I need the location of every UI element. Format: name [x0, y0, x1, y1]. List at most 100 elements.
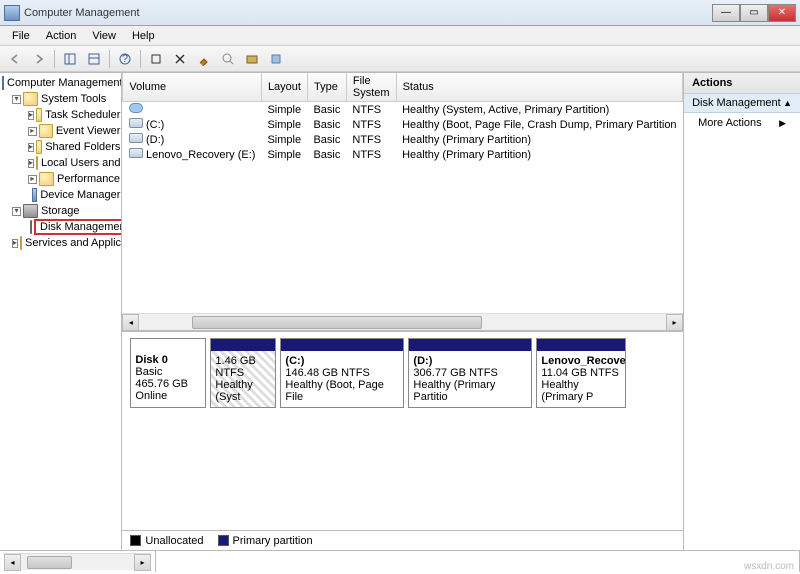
tree-system-tools[interactable]: ▾System Tools	[0, 91, 121, 107]
tree-performance[interactable]: ▸Performance	[0, 171, 121, 187]
folder-icon	[23, 92, 38, 106]
tree-task-scheduler[interactable]: ▸Task Scheduler	[0, 107, 121, 123]
tree-shared-folders[interactable]: ▸Shared Folders	[0, 139, 121, 155]
view-button[interactable]	[83, 48, 105, 70]
disk0-info[interactable]: Disk 0 Basic 465.76 GB Online	[130, 338, 206, 408]
watermark: wsxdn.com	[744, 561, 794, 572]
menu-action[interactable]: Action	[38, 28, 85, 44]
legend: Unallocated Primary partition	[122, 530, 683, 550]
expand-icon[interactable]: ▸	[28, 143, 34, 152]
disk-graphic-area: Disk 0 Basic 465.76 GB Online 1.46 GB NT…	[122, 330, 683, 530]
legend-swatch-unallocated	[130, 535, 141, 546]
partition-header	[281, 339, 403, 351]
collapse-icon[interactable]: ▾	[12, 207, 21, 216]
expand-icon[interactable]: ▸	[28, 175, 37, 184]
legend-swatch-primary	[218, 535, 229, 546]
actions-more[interactable]: More Actions▶	[684, 113, 800, 133]
menu-help[interactable]: Help	[124, 28, 163, 44]
app-icon	[4, 5, 20, 21]
close-button[interactable]: ✕	[768, 4, 796, 22]
event-icon	[39, 124, 53, 138]
tree-storage[interactable]: ▾Storage	[0, 203, 121, 219]
scroll-left-button[interactable]: ◂	[4, 554, 21, 571]
collapse-icon[interactable]: ▾	[12, 95, 21, 104]
toolbar: ?	[0, 46, 800, 72]
toolbar-separator	[54, 50, 55, 68]
partition-recovery[interactable]: Lenovo_Recovery11.04 GB NTFSHealthy (Pri…	[536, 338, 626, 408]
table-row[interactable]: SimpleBasicNTFSHealthy (System, Active, …	[123, 102, 683, 118]
help-button[interactable]: ?	[114, 48, 136, 70]
services-icon	[20, 236, 22, 250]
col-status[interactable]: Status	[396, 73, 683, 102]
menu-view[interactable]: View	[84, 28, 124, 44]
svg-text:?: ?	[122, 53, 128, 65]
disk-mgmt-icon	[30, 220, 32, 234]
refresh-button[interactable]	[145, 48, 167, 70]
col-type[interactable]: Type	[307, 73, 346, 102]
partition-c[interactable]: (C:)146.48 GB NTFSHealthy (Boot, Page Fi…	[280, 338, 404, 408]
menu-file[interactable]: File	[4, 28, 38, 44]
tree-local-users[interactable]: ▸Local Users and Groups	[0, 155, 121, 171]
actions-pane: Actions Disk Management▲ More Actions▶	[684, 73, 800, 550]
scroll-thumb[interactable]	[192, 316, 482, 329]
window-title: Computer Management	[24, 7, 712, 19]
toolbar-separator	[109, 50, 110, 68]
device-icon	[32, 188, 37, 202]
scheduler-icon	[36, 108, 42, 122]
forward-button[interactable]	[28, 48, 50, 70]
properties-button[interactable]	[193, 48, 215, 70]
navigation-tree[interactable]: Computer Management (Local ▾System Tools…	[0, 73, 122, 550]
window-titlebar: Computer Management — ▭ ✕	[0, 0, 800, 26]
col-layout[interactable]: Layout	[261, 73, 307, 102]
action-button[interactable]	[265, 48, 287, 70]
col-filesystem[interactable]: File System	[346, 73, 396, 102]
drive-icon	[129, 148, 143, 158]
storage-icon	[23, 204, 38, 218]
scroll-left-button[interactable]: ◂	[122, 314, 139, 331]
partition-header	[211, 339, 275, 351]
delete-button[interactable]	[169, 48, 191, 70]
maximize-button[interactable]: ▭	[740, 4, 768, 22]
computer-icon	[2, 76, 4, 90]
table-row[interactable]: (D:)SimpleBasicNTFSHealthy (Primary Part…	[123, 132, 683, 147]
minimize-button[interactable]: —	[712, 4, 740, 22]
tree-disk-management[interactable]: Disk Management	[0, 219, 121, 235]
tree-scrollbar[interactable]: ◂ ▸	[4, 553, 151, 570]
show-hide-tree-button[interactable]	[59, 48, 81, 70]
submenu-arrow-icon: ▶	[779, 118, 786, 129]
actions-header: Actions	[684, 73, 800, 94]
tree-event-viewer[interactable]: ▸Event Viewer	[0, 123, 121, 139]
users-icon	[36, 156, 38, 170]
table-row[interactable]: (C:)SimpleBasicNTFSHealthy (Boot, Page F…	[123, 117, 683, 132]
scroll-right-button[interactable]: ▸	[666, 314, 683, 331]
volume-list[interactable]: Volume Layout Type File System Status Si…	[122, 73, 683, 313]
partition-system[interactable]: 1.46 GB NTFSHealthy (Syst	[210, 338, 276, 408]
performance-icon	[39, 172, 54, 186]
settings-button[interactable]	[241, 48, 263, 70]
shared-icon	[36, 140, 42, 154]
toolbar-separator	[140, 50, 141, 68]
volume-icon	[129, 103, 143, 113]
tree-root[interactable]: Computer Management (Local	[0, 75, 121, 91]
col-volume[interactable]: Volume	[123, 73, 262, 102]
drive-icon	[129, 118, 143, 128]
tree-services-apps[interactable]: ▸Services and Applications	[0, 235, 121, 251]
scroll-right-button[interactable]: ▸	[134, 554, 151, 571]
menu-bar: File Action View Help	[0, 26, 800, 46]
back-button[interactable]	[4, 48, 26, 70]
tree-device-manager[interactable]: Device Manager	[0, 187, 121, 203]
rescan-button[interactable]	[217, 48, 239, 70]
expand-icon[interactable]: ▸	[28, 159, 34, 168]
table-row[interactable]: Lenovo_Recovery (E:)SimpleBasicNTFSHealt…	[123, 147, 683, 162]
partition-header	[409, 339, 531, 351]
expand-icon[interactable]: ▸	[28, 127, 37, 136]
expand-icon[interactable]: ▸	[12, 239, 18, 248]
partition-d[interactable]: (D:)306.77 GB NTFSHealthy (Primary Parti…	[408, 338, 532, 408]
partition-header	[537, 339, 625, 351]
status-bar: ◂ ▸	[0, 550, 800, 572]
scroll-thumb[interactable]	[27, 556, 72, 569]
collapse-arrow-icon: ▲	[783, 98, 792, 108]
volume-list-scrollbar[interactable]: ◂ ▸	[122, 313, 683, 330]
expand-icon[interactable]: ▸	[28, 111, 34, 120]
actions-subheader[interactable]: Disk Management▲	[684, 94, 800, 113]
